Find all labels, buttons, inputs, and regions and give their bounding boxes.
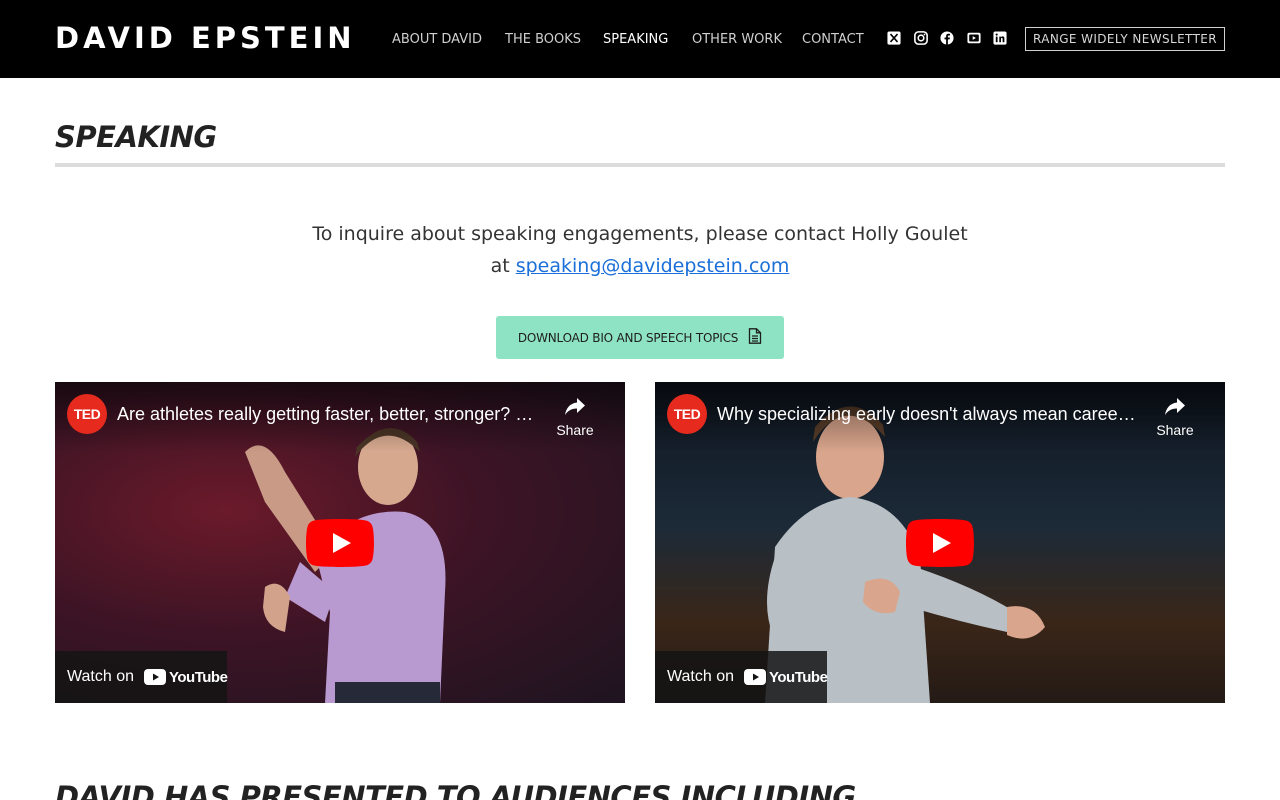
- nav-other-work[interactable]: OTHER WORK: [692, 32, 782, 47]
- site-brand[interactable]: DAVID EPSTEIN: [55, 20, 356, 56]
- watch-on-youtube-button[interactable]: Watch on YouTube: [55, 651, 228, 703]
- x-icon[interactable]: [887, 31, 901, 45]
- youtube-logo: YouTube: [144, 668, 228, 686]
- video-title[interactable]: Are athletes really getting faster, bett…: [117, 402, 537, 426]
- watch-on-label: Watch on: [667, 668, 734, 685]
- speaking-inquiry-text: To inquire about speaking engagements, p…: [240, 218, 1040, 282]
- download-bio-label: DOWNLOAD BIO AND SPEECH TOPICS: [517, 330, 739, 345]
- nav-about-david[interactable]: ABOUT DAVID: [392, 32, 482, 47]
- video-embed-specializing[interactable]: TED Why specializing early doesn't alway…: [655, 382, 1225, 703]
- share-icon: [1165, 398, 1185, 415]
- youtube-icon[interactable]: [967, 31, 981, 45]
- intro-text: To inquire about speaking engagements, p…: [312, 223, 968, 245]
- share-label: Share: [556, 422, 594, 438]
- linkedin-icon[interactable]: [993, 31, 1007, 45]
- page-title: SPEAKING: [55, 120, 217, 154]
- youtube-logo-icon: [144, 669, 166, 685]
- youtube-logo: YouTube: [744, 668, 828, 686]
- download-bio-button[interactable]: DOWNLOAD BIO AND SPEECH TOPICS: [496, 316, 784, 359]
- ted-channel-badge[interactable]: TED: [667, 394, 707, 434]
- share-button[interactable]: Share: [1153, 394, 1197, 438]
- play-button[interactable]: [906, 519, 974, 567]
- newsletter-button[interactable]: RANGE WIDELY NEWSLETTER: [1025, 27, 1225, 51]
- speaking-email-link[interactable]: speaking@davidepstein.com: [516, 255, 790, 277]
- audiences-section-title: DAVID HAS PRESENTED TO AUDIENCES INCLUDI…: [55, 780, 856, 800]
- youtube-wordmark: YouTube: [169, 668, 228, 686]
- title-divider: [55, 163, 1225, 167]
- video-embed-athletes[interactable]: TED Are athletes really getting faster, …: [55, 382, 625, 703]
- share-icon: [565, 398, 585, 415]
- site-header: DAVID EPSTEIN ABOUT DAVID THE BOOKS SPEA…: [0, 0, 1280, 78]
- facebook-icon[interactable]: [940, 31, 954, 45]
- nav-the-books[interactable]: THE BOOKS: [505, 32, 581, 47]
- youtube-logo-icon: [744, 669, 766, 685]
- play-button[interactable]: [306, 519, 374, 567]
- nav-contact[interactable]: CONTACT: [802, 32, 864, 47]
- share-label: Share: [1156, 422, 1194, 438]
- nav-speaking[interactable]: SPEAKING: [603, 32, 668, 47]
- share-button[interactable]: Share: [553, 394, 597, 438]
- instagram-icon[interactable]: [914, 31, 928, 45]
- youtube-wordmark: YouTube: [769, 668, 828, 686]
- intro-at: at: [490, 255, 510, 277]
- watch-on-youtube-button[interactable]: Watch on YouTube: [655, 651, 828, 703]
- video-title[interactable]: Why specializing early doesn't always me…: [717, 402, 1137, 426]
- watch-on-label: Watch on: [67, 668, 134, 685]
- ted-channel-badge[interactable]: TED: [67, 394, 107, 434]
- document-icon: [748, 327, 762, 348]
